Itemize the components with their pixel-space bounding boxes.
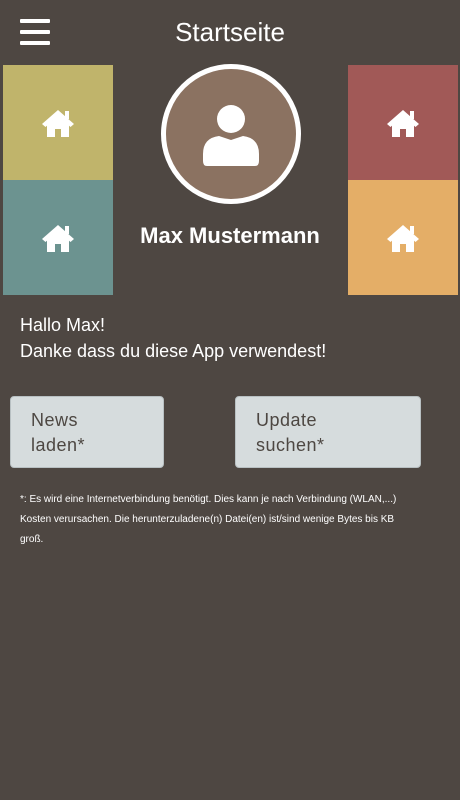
home-icon <box>42 224 74 252</box>
home-tile-1[interactable] <box>3 65 113 180</box>
home-tile-2[interactable] <box>3 180 113 295</box>
button-label: Update <box>256 410 318 430</box>
page-title: Startseite <box>175 17 285 47</box>
home-tile-4[interactable] <box>348 180 458 295</box>
footnote-line: *: Es wird eine Internetverbindung benöt… <box>20 494 397 505</box>
footnote-line: groß. <box>20 534 44 545</box>
button-label: laden* <box>31 435 86 455</box>
greeting-line: Danke dass du diese App verwendest! <box>20 341 327 361</box>
app-header: Startseite <box>0 0 460 64</box>
footnote-line: Kosten verursachen. Die herunterzuladene… <box>20 514 395 525</box>
footnote: *: Es wird eine Internetverbindung benöt… <box>20 490 445 550</box>
greeting-text: Hallo Max! Danke dass du diese App verwe… <box>20 312 440 364</box>
button-label: suchen* <box>256 435 325 455</box>
home-icon <box>387 109 419 137</box>
home-icon <box>42 109 74 137</box>
avatar[interactable] <box>161 64 301 204</box>
greeting-line: Hallo Max! <box>20 315 106 335</box>
user-name: Max Mustermann <box>140 223 320 248</box>
home-tile-3[interactable] <box>348 65 458 180</box>
home-icon <box>387 224 419 252</box>
update-suchen-button[interactable]: Update suchen* <box>235 396 421 468</box>
news-laden-button[interactable]: News laden* <box>10 396 164 468</box>
button-label: News <box>31 410 79 430</box>
user-icon <box>203 105 259 166</box>
